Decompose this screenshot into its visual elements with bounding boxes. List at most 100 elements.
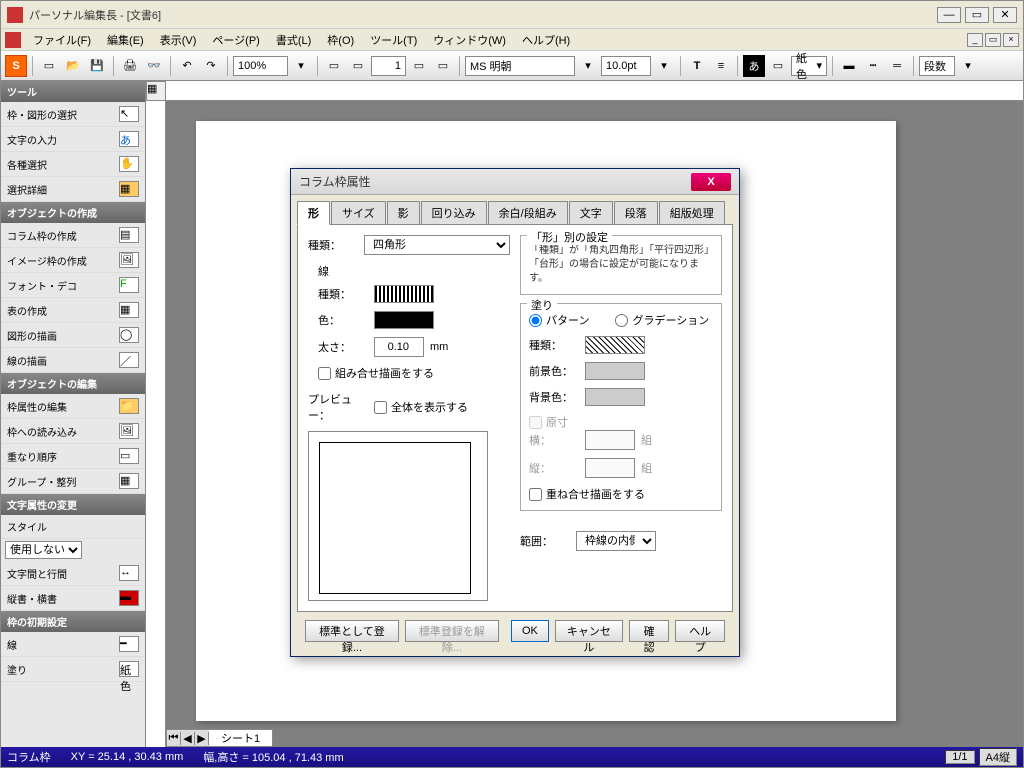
pattern-radio[interactable]: パターン xyxy=(529,312,589,328)
combine-checkbox[interactable]: 組み合せ描画をする xyxy=(318,365,510,381)
fg-select[interactable] xyxy=(585,362,645,380)
s-button[interactable]: S xyxy=(5,55,27,77)
sidebar-spacing[interactable]: 文字間と行間↔ xyxy=(1,561,145,586)
overlay-checkbox[interactable]: 重ね合せ描画をする xyxy=(529,486,713,502)
sidebar-multi-select[interactable]: 各種選択✋ xyxy=(1,152,145,177)
tab-size[interactable]: サイズ xyxy=(331,201,386,224)
menu-window[interactable]: ウィンドウ(W) xyxy=(425,30,514,50)
fillcolor-select[interactable]: 紙色▾ xyxy=(791,56,827,76)
lineweight-input[interactable] xyxy=(374,337,424,357)
tab-para[interactable]: 段落 xyxy=(614,201,658,224)
sheet-prev-icon[interactable]: ◀ xyxy=(181,732,195,745)
cancel-button[interactable]: キャンセル xyxy=(555,620,623,642)
linecolor-icon[interactable]: ▬ xyxy=(838,55,860,77)
sidebar-default-fill[interactable]: 塗り紙色 xyxy=(1,657,145,682)
save-icon[interactable]: 💾 xyxy=(86,55,108,77)
linetype-label: 種類： xyxy=(318,286,368,302)
menu-view[interactable]: 表示(V) xyxy=(152,30,205,50)
filltype-select[interactable] xyxy=(585,336,645,354)
zoom-input[interactable] xyxy=(233,56,288,76)
sidebar-select-detail[interactable]: 選択詳細▦ xyxy=(1,177,145,202)
sidebar-frame-load[interactable]: 枠への読み込み🖼 xyxy=(1,419,145,444)
preview-all-checkbox[interactable]: 全体を表示する xyxy=(374,399,468,415)
minimize-button[interactable]: — xyxy=(937,7,961,23)
sheet-next-icon[interactable]: ▶ xyxy=(195,732,209,745)
mdi-minimize[interactable]: _ xyxy=(967,33,983,47)
linecolor-select[interactable] xyxy=(374,311,434,329)
font-select[interactable] xyxy=(465,56,575,76)
dialog-titlebar[interactable]: コラム枠属性 X xyxy=(291,169,739,195)
sheet-tab-1[interactable]: シート1 xyxy=(209,730,272,746)
outline-icon[interactable]: ▭ xyxy=(767,55,789,77)
sidebar-text-input[interactable]: 文字の入力あ xyxy=(1,127,145,152)
sidebar-font-deco[interactable]: フォント・デコF xyxy=(1,273,145,298)
bold-icon[interactable]: T xyxy=(686,55,708,77)
menu-tool[interactable]: ツール(T) xyxy=(362,30,425,50)
menu-help[interactable]: ヘルプ(H) xyxy=(514,30,578,50)
sidebar-image-frame[interactable]: イメージ枠の作成🖼 xyxy=(1,248,145,273)
new-icon[interactable]: ▭ xyxy=(38,55,60,77)
tab-char[interactable]: 文字 xyxy=(569,201,613,224)
align-icon[interactable]: ≡ xyxy=(710,55,732,77)
sidebar-column-frame[interactable]: コラム枠の作成▤ xyxy=(1,223,145,248)
tab-wrap[interactable]: 回り込み xyxy=(421,201,487,224)
maximize-button[interactable]: ▭ xyxy=(965,7,989,23)
linetype-select[interactable] xyxy=(374,285,434,303)
page-prev-icon[interactable]: ▭ xyxy=(323,55,345,77)
bg-select[interactable] xyxy=(585,388,645,406)
preview-icon[interactable]: 👓 xyxy=(143,55,165,77)
page-input[interactable] xyxy=(371,56,406,76)
sidebar-frame-attr[interactable]: 枠属性の編集📁 xyxy=(1,394,145,419)
sidebar-group-align[interactable]: グループ・整列▦ xyxy=(1,469,145,494)
sidebar-select-frame[interactable]: 枠・図形の選択↖ xyxy=(1,102,145,127)
lineweight-icon[interactable]: ═ xyxy=(886,55,908,77)
page-next-icon[interactable]: ▭ xyxy=(347,55,369,77)
textcolor-icon[interactable]: あ xyxy=(743,55,765,77)
range-select[interactable]: 枠線の内側 xyxy=(576,531,656,551)
page-misc-icon[interactable]: ▭ xyxy=(432,55,454,77)
mdi-close[interactable]: × xyxy=(1003,33,1019,47)
columns-dropdown-icon[interactable]: ▾ xyxy=(957,55,979,77)
print-icon[interactable]: 🖨 xyxy=(119,55,141,77)
tab-typeset[interactable]: 組版処理 xyxy=(659,201,725,224)
help-button[interactable]: ヘルプ xyxy=(675,620,725,642)
mdi-restore[interactable]: ▭ xyxy=(985,33,1001,47)
fontsize-dropdown-icon[interactable]: ▾ xyxy=(653,55,675,77)
sidebar-shape[interactable]: 図形の描画◯ xyxy=(1,323,145,348)
sidebar-style-select[interactable]: 使用しない xyxy=(5,541,82,559)
sidebar-default-line[interactable]: 線━ xyxy=(1,632,145,657)
zoom-dropdown-icon[interactable]: ▾ xyxy=(290,55,312,77)
menu-frame[interactable]: 枠(O) xyxy=(319,30,362,50)
gradient-radio[interactable]: グラデーション xyxy=(615,312,709,328)
type-select[interactable]: 四角形 xyxy=(364,235,510,255)
linestyle-icon[interactable]: ┅ xyxy=(862,55,884,77)
font-dropdown-icon[interactable]: ▾ xyxy=(577,55,599,77)
ruler-vertical[interactable] xyxy=(146,101,166,747)
confirm-button[interactable]: 確認 xyxy=(629,620,669,642)
undo-icon[interactable]: ↶ xyxy=(176,55,198,77)
ok-button[interactable]: OK xyxy=(511,620,549,642)
close-button[interactable]: ✕ xyxy=(993,7,1017,23)
open-icon[interactable]: 📂 xyxy=(62,55,84,77)
dialog-close-button[interactable]: X xyxy=(691,173,731,191)
menu-edit[interactable]: 編集(E) xyxy=(99,30,152,50)
sheet-first-icon[interactable]: ⏮ xyxy=(167,732,181,745)
sidebar-zorder[interactable]: 重なり順序▭ xyxy=(1,444,145,469)
sidebar-table[interactable]: 表の作成▦ xyxy=(1,298,145,323)
save-standard-button[interactable]: 標準として登録... xyxy=(305,620,399,642)
ruler-horizontal[interactable] xyxy=(166,81,1023,101)
columns-button[interactable]: 段数 xyxy=(919,56,955,76)
sidebar-direction[interactable]: 縦書・横書▬ xyxy=(1,586,145,611)
redo-icon[interactable]: ↷ xyxy=(200,55,222,77)
fontsize-input[interactable] xyxy=(601,56,651,76)
menu-format[interactable]: 書式(L) xyxy=(268,30,319,50)
titlebar: パーソナル編集長 - [文書6] — ▭ ✕ xyxy=(1,1,1023,29)
menu-file[interactable]: ファイル(F) xyxy=(25,30,99,50)
tab-margin[interactable]: 余白/段組み xyxy=(488,201,568,224)
tab-shadow[interactable]: 影 xyxy=(387,201,420,224)
tab-shape[interactable]: 形 xyxy=(297,201,330,225)
page-go-icon[interactable]: ▭ xyxy=(408,55,430,77)
menu-page[interactable]: ページ(P) xyxy=(204,30,267,50)
sidebar-line[interactable]: 線の描画／ xyxy=(1,348,145,373)
ruler-corner[interactable]: ▦ xyxy=(146,81,166,101)
